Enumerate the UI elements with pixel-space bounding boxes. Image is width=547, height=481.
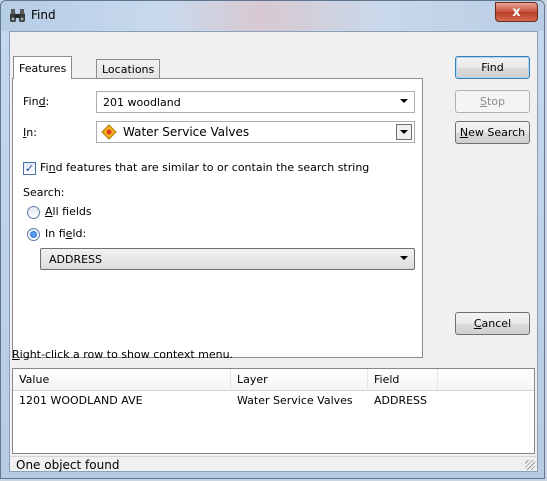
- column-header-value[interactable]: Value: [13, 369, 231, 391]
- binoculars-icon: [9, 8, 27, 24]
- results-table[interactable]: Value Layer Field 1201 WOODLAND AVE Wate…: [12, 368, 535, 454]
- table-row[interactable]: 1201 WOODLAND AVE Water Service Valves A…: [13, 391, 534, 409]
- in-label: In:: [23, 126, 37, 139]
- stop-button[interactable]: Stop: [455, 90, 530, 113]
- column-header-filler: [438, 369, 534, 391]
- find-button[interactable]: Find: [455, 56, 530, 79]
- find-dialog: Find x Features Locations Find: 201 wood…: [0, 0, 545, 479]
- layer-select-value: Water Service Valves: [123, 125, 250, 139]
- tab-locations-label: Locations: [102, 63, 155, 76]
- field-select[interactable]: ADDRESS: [40, 248, 415, 270]
- valve-layer-icon: [101, 124, 117, 140]
- in-field-label[interactable]: In field:: [45, 227, 86, 240]
- window-title: Find: [31, 8, 56, 22]
- all-fields-label[interactable]: All fields: [45, 205, 92, 218]
- tab-locations[interactable]: Locations: [96, 59, 161, 79]
- status-bar: One object found: [10, 456, 537, 472]
- features-panel: Find: 201 woodland In: Water Service Val…: [12, 78, 423, 358]
- search-label: Search:: [23, 186, 65, 199]
- layer-dropdown-button[interactable]: [396, 124, 412, 140]
- similar-checkbox[interactable]: ✓: [23, 162, 36, 175]
- field-select-value: ADDRESS: [49, 252, 103, 266]
- all-fields-radio[interactable]: [27, 206, 40, 219]
- column-header-field[interactable]: Field: [368, 369, 438, 391]
- new-search-button[interactable]: New Search: [455, 121, 530, 144]
- resize-grip[interactable]: [525, 460, 535, 470]
- cancel-button[interactable]: Cancel: [455, 312, 530, 335]
- dialog-body: Features Locations Find: 201 woodland In…: [9, 31, 538, 472]
- column-header-layer[interactable]: Layer: [231, 369, 368, 391]
- chevron-down-icon[interactable]: [400, 99, 408, 103]
- tab-features-label: Features: [19, 61, 67, 75]
- status-text: One object found: [16, 457, 120, 472]
- row-layer: Water Service Valves: [237, 394, 353, 407]
- tab-features[interactable]: Features: [13, 56, 73, 79]
- chevron-down-icon: [400, 130, 408, 134]
- row-field: ADDRESS: [374, 394, 428, 407]
- close-icon: x: [512, 4, 521, 20]
- close-button[interactable]: x: [495, 2, 538, 22]
- find-input-value: 201 woodland: [103, 95, 181, 109]
- row-value: 1201 WOODLAND AVE: [19, 394, 143, 407]
- in-field-radio[interactable]: [27, 228, 40, 241]
- context-menu-hint: Right-click a row to show context menu.: [12, 348, 234, 361]
- title-bar[interactable]: Find x: [1, 1, 544, 31]
- find-label: Find:: [23, 95, 50, 108]
- layer-select[interactable]: Water Service Valves: [96, 121, 415, 143]
- find-input[interactable]: 201 woodland: [96, 91, 415, 113]
- chevron-down-icon: [400, 256, 408, 260]
- similar-checkbox-label[interactable]: Find features that are similar to or con…: [40, 161, 369, 174]
